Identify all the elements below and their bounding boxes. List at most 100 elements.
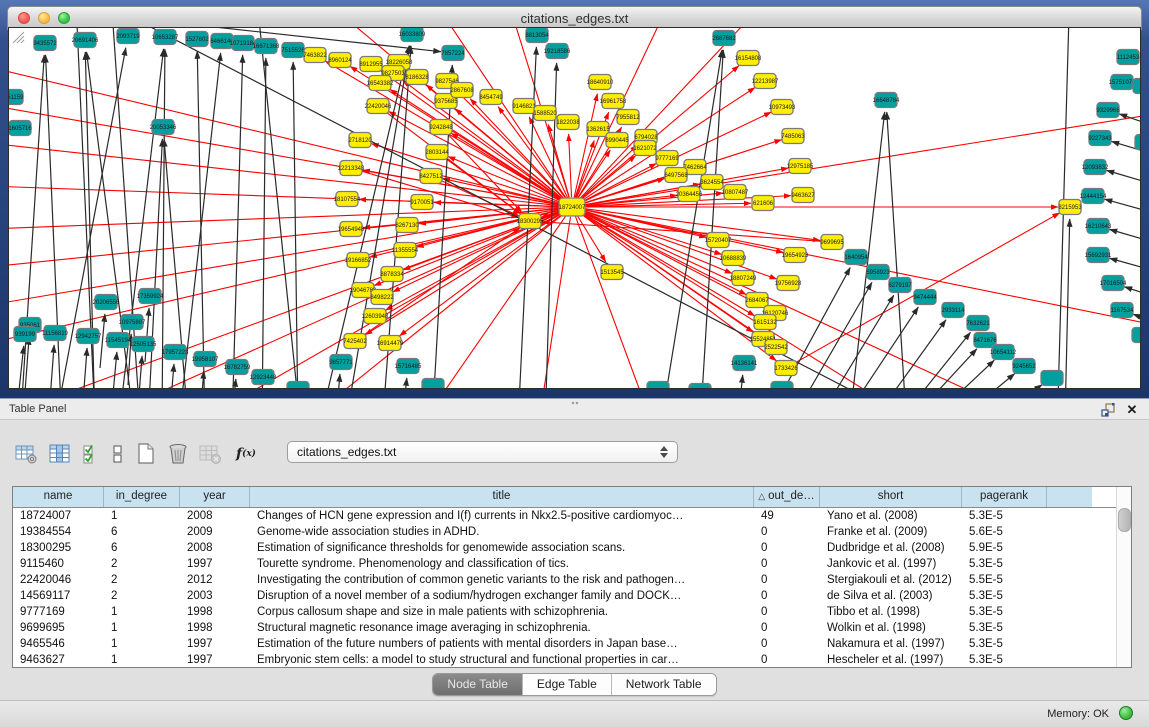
graph-node[interactable]: 19958107	[192, 352, 219, 367]
graph-node[interactable]: 20364456	[676, 187, 703, 202]
row-height-icon[interactable]	[104, 440, 132, 468]
graph-node[interactable]: 7425402	[343, 334, 367, 349]
column-header-title[interactable]: title	[250, 487, 754, 507]
close-window-button[interactable]	[18, 12, 30, 24]
graph-node[interactable]: 2522542	[764, 340, 788, 355]
graph-node[interactable]: 10973493	[769, 100, 796, 115]
function-builder-icon[interactable]: f(x)	[232, 440, 260, 468]
table-row[interactable]: 1872400712008Changes of HCN gene express…	[13, 508, 1131, 524]
graph-node[interactable]: 17016504	[1100, 276, 1127, 291]
graph-edge[interactable]	[402, 378, 407, 388]
graph-node[interactable]: 7515526	[281, 43, 305, 58]
graph-node[interactable]	[1135, 135, 1140, 150]
graph-node[interactable]: 16154808	[735, 51, 762, 66]
table-row[interactable]: 969969511998Structural magnetic resonanc…	[13, 620, 1131, 636]
graph-node[interactable]: 15716485	[395, 359, 422, 374]
graph-node[interactable]: 9474444	[913, 290, 937, 305]
graph-node[interactable]: 8960124	[328, 53, 352, 68]
tab-edge-table[interactable]: Edge Table	[522, 674, 611, 695]
graph-node[interactable]: 18724007	[559, 198, 586, 216]
graph-node[interactable]: 12923448	[250, 370, 277, 385]
float-panel-icon[interactable]	[1099, 402, 1117, 418]
graph-node[interactable]	[647, 382, 669, 389]
graph-node[interactable]: 2687682	[712, 31, 736, 46]
graph-node[interactable]: 17957223	[162, 345, 189, 360]
graph-node[interactable]	[287, 382, 309, 389]
graph-edge[interactable]	[1107, 170, 1140, 192]
graph-edge[interactable]	[1105, 199, 1140, 220]
graph-node[interactable]: 18107554	[334, 192, 361, 207]
graph-node[interactable]: 2093719	[116, 29, 140, 44]
graph-node[interactable]: 20053346	[150, 120, 177, 135]
graph-node[interactable]: 8427512	[419, 169, 443, 184]
graph-node[interactable]: 7632621	[966, 316, 990, 331]
minimize-window-button[interactable]	[38, 12, 50, 24]
graph-node[interactable]: 16648784	[873, 93, 900, 108]
graph-node[interactable]: 8267130	[395, 218, 419, 233]
graph-node[interactable]: 12093832	[1082, 160, 1109, 175]
graph-node[interactable]: 8990445	[605, 133, 629, 148]
graph-node[interactable]: 16914479	[377, 336, 404, 351]
graph-node[interactable]: 16961758	[600, 94, 627, 109]
table-row[interactable]: 2242004622012Investigating the contribut…	[13, 572, 1131, 588]
graph-edge[interactable]	[112, 352, 117, 388]
graph-node[interactable]: 18807249	[730, 271, 757, 286]
graph-node[interactable]	[1041, 371, 1063, 386]
graph-node[interactable]: 1588520	[533, 106, 557, 121]
graph-node[interactable]: 8454749	[479, 90, 503, 105]
graph-node[interactable]: 14136141	[731, 356, 758, 371]
graph-node[interactable]: 18300295	[517, 214, 544, 229]
graph-node[interactable]	[422, 379, 444, 389]
new-table-icon[interactable]	[132, 440, 160, 468]
graph-node[interactable]: 12505135	[130, 337, 157, 352]
tab-network-table[interactable]: Network Table	[611, 674, 716, 695]
graph-edge[interactable]	[569, 134, 572, 197]
graph-node[interactable]: 16210643	[1085, 219, 1112, 234]
graph-node[interactable]: 15720407	[705, 233, 732, 248]
graph-node[interactable]: 12213987	[752, 74, 779, 89]
graph-node[interactable]: 12975185	[787, 159, 814, 174]
graph-edge[interactable]	[432, 65, 452, 388]
graph-node[interactable]: 19756928	[775, 276, 802, 291]
graph-edge[interactable]	[887, 112, 905, 388]
graph-node[interactable]: 1527602	[185, 32, 209, 47]
graph-node[interactable]: 19654923	[782, 248, 809, 263]
graph-node[interactable]: 19166852	[345, 253, 372, 268]
table-row[interactable]: 946554611997Estimation of the future num…	[13, 636, 1131, 652]
graph-node[interactable]: 16033809	[399, 28, 426, 42]
graph-node[interactable]: 11545194	[105, 333, 132, 348]
graph-edge[interactable]	[232, 55, 243, 388]
graph-node[interactable]: 3624554	[700, 175, 724, 190]
graph-node[interactable]: 10654112	[990, 345, 1017, 360]
graph-node[interactable]: 20691406	[72, 33, 99, 48]
graph-node[interactable]: 6279197	[888, 278, 912, 293]
graph-node[interactable]: 7463822	[303, 48, 327, 63]
graph-edge[interactable]	[262, 58, 266, 388]
graph-node[interactable]: 11355554	[392, 243, 419, 258]
column-visibility-icon[interactable]	[46, 440, 74, 468]
graph-node[interactable]: 621606	[752, 196, 774, 211]
graph-node[interactable]: 16671368	[253, 39, 280, 54]
network-window-titlebar[interactable]: citations_edges.txt	[7, 6, 1142, 30]
graph-edge[interactable]	[162, 49, 165, 388]
graph-node[interactable]: 8813054	[525, 28, 549, 43]
graph-node[interactable]: 10975887	[119, 315, 146, 330]
graph-node[interactable]: 9329966	[1096, 103, 1120, 118]
graph-node[interactable]: 11156819	[42, 326, 68, 341]
graph-edge[interactable]	[1065, 219, 1070, 388]
close-panel-icon[interactable]: ✕	[1123, 402, 1141, 418]
graph-node[interactable]: 1513545	[600, 265, 624, 280]
graph-node[interactable]: 1640954	[844, 250, 868, 265]
column-header-year[interactable]: year	[180, 487, 250, 507]
graph-node[interactable]: 8215953	[1058, 200, 1082, 215]
graph-node[interactable]: 1112453	[1117, 50, 1140, 65]
memory-status-dot-icon[interactable]	[1119, 706, 1133, 720]
graph-edge[interactable]	[170, 364, 174, 388]
network-canvas[interactable]: 9435572206914062093719106532871527602646…	[9, 28, 1140, 388]
graph-node[interactable]: 19218586	[544, 44, 571, 59]
citation-network-graph[interactable]: 9435572206914062093719106532871527602646…	[9, 28, 1140, 388]
tab-node-table[interactable]: Node Table	[433, 674, 522, 695]
table-selector-dropdown[interactable]: citations_edges.txt	[287, 441, 678, 463]
table-row[interactable]: 1938455462009Genome-wide association stu…	[13, 524, 1131, 540]
graph-node[interactable]: 9245652	[1012, 359, 1036, 374]
